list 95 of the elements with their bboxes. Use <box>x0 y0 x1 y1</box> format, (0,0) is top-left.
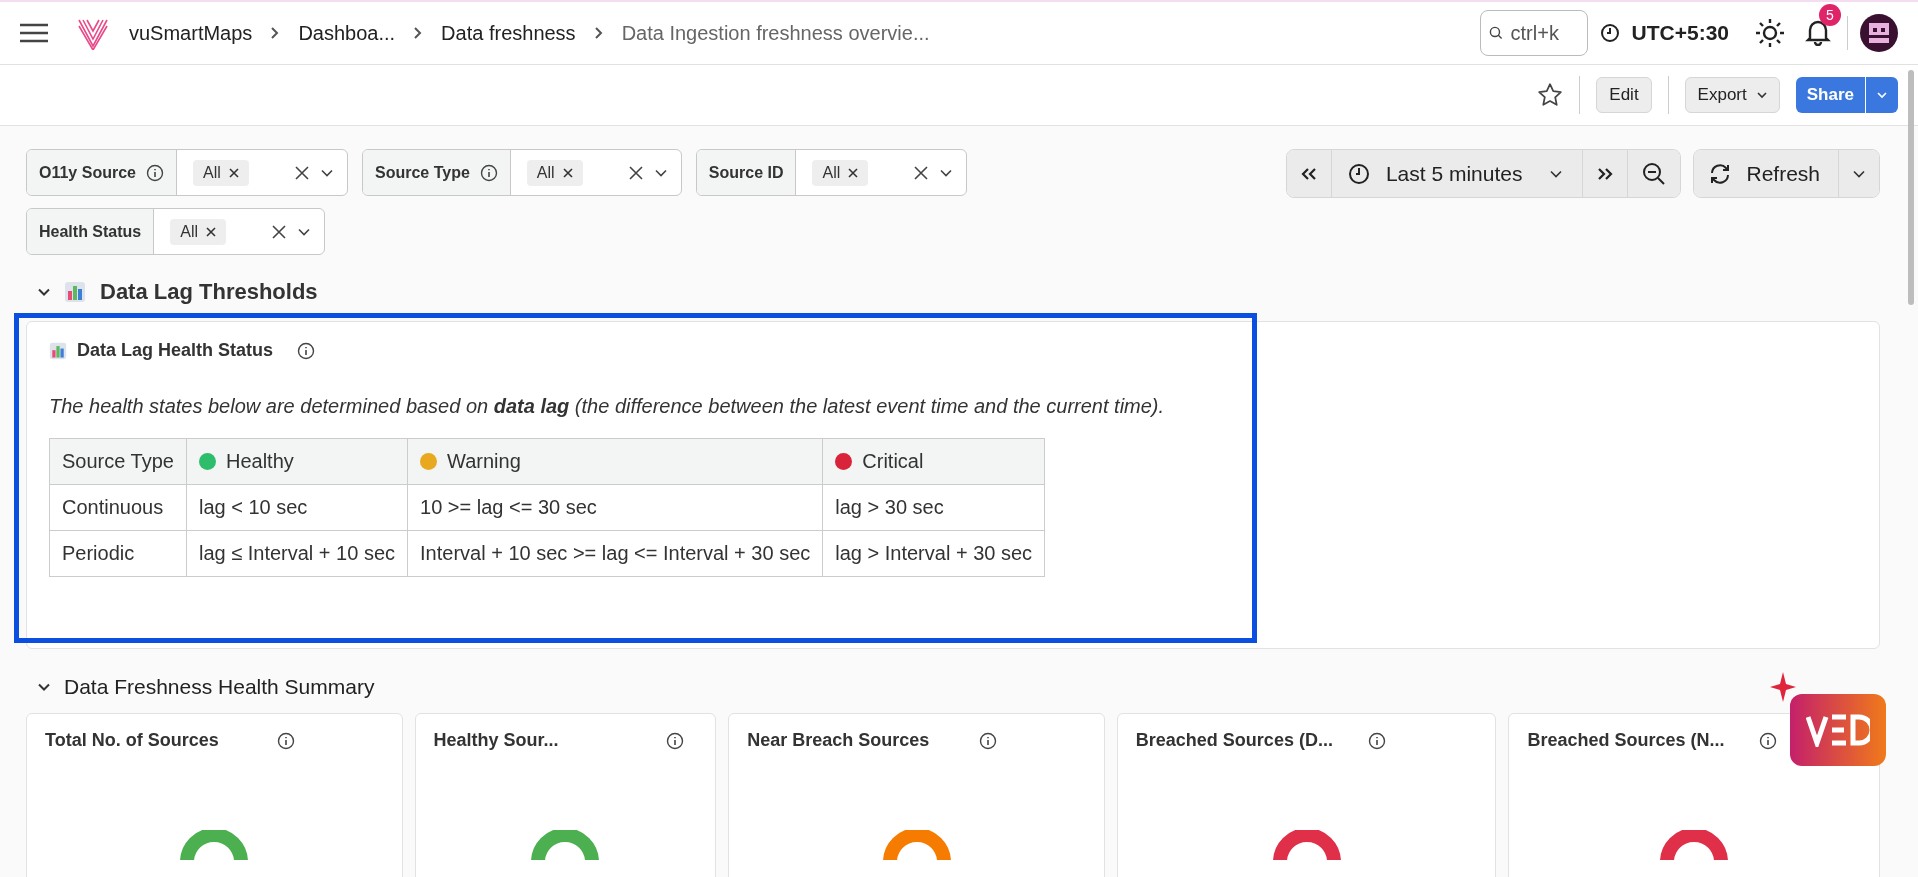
filter-label: O11y Source <box>39 163 136 182</box>
table-cell: 10 >= lag <= 30 sec <box>407 484 823 531</box>
caret-icon[interactable] <box>654 168 667 177</box>
card-title: Total No. of Sources <box>45 730 219 751</box>
filter-chip[interactable]: All <box>170 218 227 245</box>
filter-dropdown[interactable]: Source Type All <box>361 149 682 196</box>
export-button[interactable]: Export <box>1684 77 1780 113</box>
chevron-right-icon <box>593 26 604 40</box>
sparkle-icon <box>1770 672 1796 702</box>
table-header-cell: Critical <box>822 438 1045 485</box>
scrollbar[interactable] <box>1908 70 1914 305</box>
breadcrumb-link[interactable]: Data freshness <box>441 21 576 45</box>
remove-icon[interactable] <box>228 167 239 178</box>
card-title: Breached Sources (D... <box>1135 730 1333 751</box>
caret-icon <box>1877 91 1887 99</box>
remove-icon[interactable] <box>206 226 217 237</box>
assistant-logo-icon <box>1806 713 1870 747</box>
info-icon[interactable] <box>1759 731 1778 750</box>
table-header-cell: Source Type <box>49 438 187 485</box>
breadcrumb-link[interactable]: Data Ingestion freshness overvie... <box>621 21 930 45</box>
sun-icon[interactable] <box>1755 18 1785 48</box>
caret-icon <box>1756 91 1767 99</box>
table-cell: Continuous <box>49 484 187 531</box>
filter-chip[interactable]: All <box>812 159 869 186</box>
caret-icon <box>1853 169 1865 178</box>
star-icon[interactable] <box>1537 82 1564 108</box>
table-cell: Periodic <box>49 530 187 577</box>
table-header-cell: Warning <box>407 438 823 485</box>
caret-icon <box>1550 169 1563 178</box>
menu-icon[interactable] <box>19 23 49 43</box>
assistant-button[interactable] <box>1790 694 1886 766</box>
description-text: The health states below are determined based on data lag (the difference between the latest event time and the current time). <box>49 395 1166 418</box>
panel-title: Data Lag Health Status <box>77 340 274 361</box>
chevron-down-icon[interactable] <box>38 683 50 691</box>
table-header-cell: Healthy <box>186 438 408 485</box>
edit-button[interactable]: Edit <box>1596 77 1652 113</box>
clear-icon[interactable] <box>294 165 309 180</box>
info-icon[interactable] <box>1367 731 1386 750</box>
clock-icon <box>1599 23 1620 43</box>
chevron-down-icon[interactable] <box>38 288 50 296</box>
bar-chart-icon <box>64 281 86 303</box>
timezone-label[interactable]: UTC+5:30 <box>1631 21 1729 45</box>
remove-icon[interactable] <box>848 167 859 178</box>
remove-icon[interactable] <box>562 167 573 178</box>
table-cell: lag ≤ Interval + 10 sec <box>186 530 408 577</box>
filter-chip[interactable]: All <box>526 159 583 186</box>
card-title: Near Breach Sources <box>747 730 930 751</box>
zoom-out-button[interactable] <box>1628 150 1681 197</box>
filter-dropdown[interactable]: O11y Source All <box>26 149 348 196</box>
caret-icon[interactable] <box>940 168 953 177</box>
clock-icon <box>1347 162 1370 185</box>
filter-dropdown[interactable]: Source ID All <box>695 149 968 196</box>
caret-icon[interactable] <box>320 168 333 177</box>
bell-icon[interactable] <box>1805 18 1831 46</box>
time-range-picker[interactable]: Last 5 minutes <box>1331 150 1584 197</box>
search-field[interactable]: ctrl+k <box>1479 10 1588 56</box>
clear-icon[interactable] <box>628 165 643 180</box>
info-icon[interactable] <box>665 731 684 750</box>
section-title: Data Freshness Health Summary <box>64 675 375 699</box>
double-chevron-right-icon <box>1597 166 1614 181</box>
info-icon <box>479 163 498 182</box>
clear-icon[interactable] <box>914 165 929 180</box>
chevron-right-icon <box>270 26 281 40</box>
table-cell: lag > Interval + 30 sec <box>822 530 1045 577</box>
breadcrumb-link[interactable]: Dashboa... <box>298 21 396 45</box>
filter-label: Health Status <box>39 222 142 241</box>
next-range-button[interactable] <box>1583 150 1629 197</box>
share-dropdown-button[interactable] <box>1866 77 1898 113</box>
previous-range-button[interactable] <box>1286 150 1332 197</box>
notification-badge: 5 <box>1819 4 1841 26</box>
chevron-right-icon <box>413 26 424 40</box>
refresh-button[interactable]: Refresh <box>1694 150 1839 197</box>
table-cell: lag < 10 sec <box>186 484 408 531</box>
table-cell: lag > 30 sec <box>822 484 1045 531</box>
double-chevron-left-icon <box>1300 166 1317 181</box>
info-icon[interactable] <box>277 731 295 750</box>
filter-dropdown[interactable]: Health Status All <box>26 208 326 255</box>
table-cell: Interval + 10 sec >= lag <= Interval + 30 sec <box>407 530 823 577</box>
filter-label: Source ID <box>708 163 784 182</box>
zoom-out-icon <box>1642 161 1667 186</box>
info-icon[interactable] <box>297 341 316 360</box>
section-title: Data Lag Thresholds <box>100 279 318 305</box>
info-icon <box>145 163 164 182</box>
caret-icon[interactable] <box>298 227 311 236</box>
info-icon[interactable] <box>979 731 998 750</box>
filter-chip[interactable]: All <box>192 159 249 186</box>
bar-chart-icon <box>49 341 67 360</box>
search-input[interactable]: ctrl+k <box>1508 20 1579 46</box>
avatar-icon[interactable] <box>1860 14 1898 52</box>
share-button[interactable]: Share <box>1795 77 1865 113</box>
card-title: Healthy Sour... <box>433 730 559 751</box>
clear-icon[interactable] <box>272 224 287 239</box>
card-title: Breached Sources (N... <box>1527 730 1725 751</box>
filter-label: Source Type <box>374 163 470 182</box>
breadcrumb-link[interactable]: vuSmartMaps <box>129 21 253 45</box>
